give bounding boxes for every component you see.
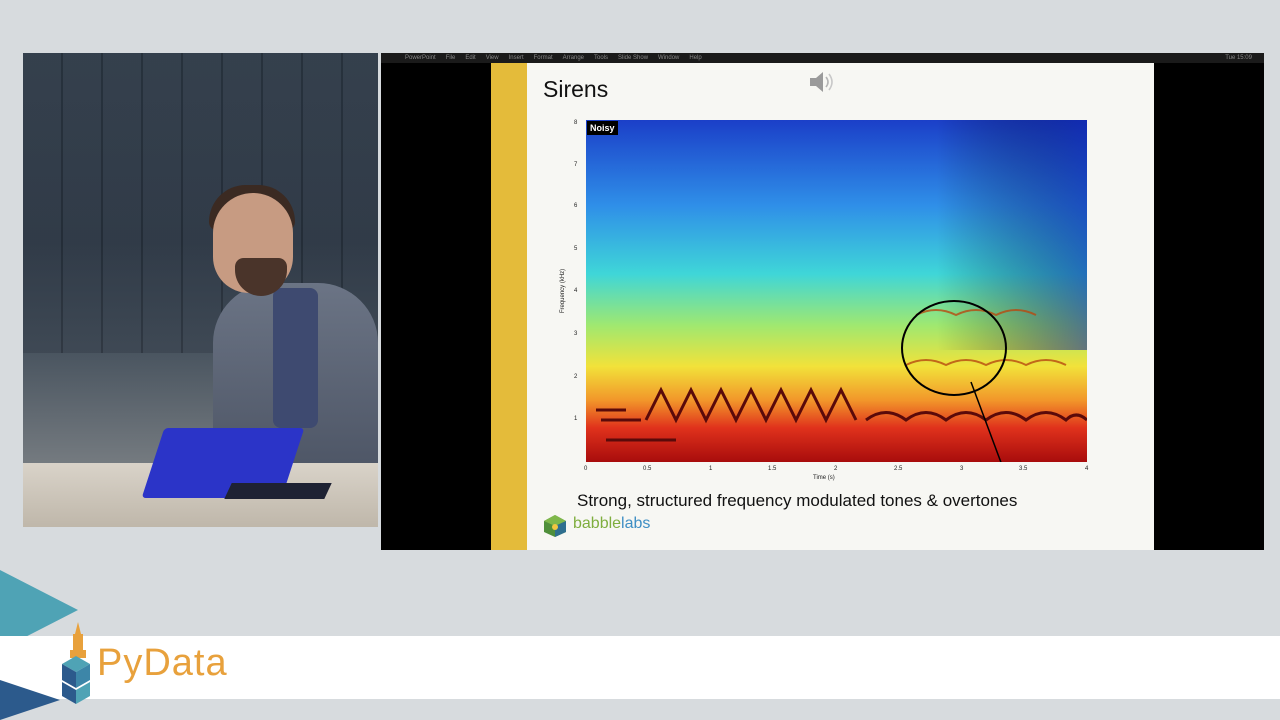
menu-item[interactable]: View: [486, 55, 499, 61]
y-tick: 2: [574, 374, 578, 380]
babblelabs-wordmark: babblelabs: [573, 515, 651, 532]
laptop-base: [224, 483, 332, 499]
menu-item[interactable]: Tools: [594, 55, 608, 61]
os-menubar: PowerPoint File Edit View Insert Format Arrang…: [381, 53, 1264, 63]
y-tick: 1: [574, 416, 578, 422]
menubar-clock: Tue 15:09: [1225, 55, 1252, 61]
y-axis-label: Frequency (kHz): [560, 268, 567, 314]
x-tick: 4: [1085, 466, 1089, 472]
presentation-screen: PowerPoint File Edit View Insert Format Arrang…: [381, 53, 1264, 550]
slide-title: Sirens: [543, 76, 609, 102]
banner-navy-triangle: [0, 680, 60, 720]
menu-item[interactable]: Insert: [509, 55, 524, 61]
y-tick: 3: [574, 331, 578, 337]
menu-item[interactable]: PowerPoint: [405, 55, 436, 61]
menu-item[interactable]: Format: [534, 55, 553, 61]
x-tick: 3.5: [1019, 466, 1028, 472]
menu-item[interactable]: Slide Show: [618, 55, 648, 61]
x-tick: 0.5: [643, 466, 652, 472]
x-tick: 1.5: [768, 466, 777, 472]
x-tick: 0: [584, 466, 588, 472]
y-tick: 6: [574, 203, 578, 209]
x-tick: 1: [709, 466, 713, 472]
menu-item[interactable]: Edit: [465, 55, 475, 61]
x-tick: 2: [834, 466, 838, 472]
x-tick: 2.5: [894, 466, 903, 472]
x-axis-label: Time (s): [813, 475, 835, 481]
slide-caption: Strong, structured frequency modulated t…: [577, 491, 1018, 510]
menu-item[interactable]: Arrange: [563, 55, 584, 61]
x-tick: 3: [960, 466, 964, 472]
babblelabs-cube-icon: [544, 515, 566, 537]
slide-accent-bar: [491, 63, 527, 550]
menu-items: PowerPoint File Edit View Insert Format Arrang…: [405, 53, 712, 63]
y-tick: 8: [574, 120, 578, 126]
speaker-shirt: [273, 288, 318, 428]
y-tick: 7: [574, 162, 578, 168]
pydata-wordmark: PyData: [97, 642, 228, 684]
babblelabs-logo: babblelabs: [543, 512, 683, 540]
noisy-badge: Noisy: [587, 121, 618, 135]
speaker-video: [23, 53, 378, 527]
menu-item[interactable]: Window: [658, 55, 679, 61]
y-tick: 4: [574, 288, 578, 294]
spectrogram-plot: [586, 120, 1087, 462]
y-tick: 5: [574, 246, 578, 252]
menu-item[interactable]: File: [446, 55, 456, 61]
slide: Sirens Noisy 8 7 6 5 4 3 2 1 0 0.5 1 1.5…: [491, 63, 1154, 550]
speaker-icon[interactable]: [807, 69, 837, 95]
pydata-logo-icon: [62, 622, 90, 704]
menu-item[interactable]: Help: [689, 55, 701, 61]
